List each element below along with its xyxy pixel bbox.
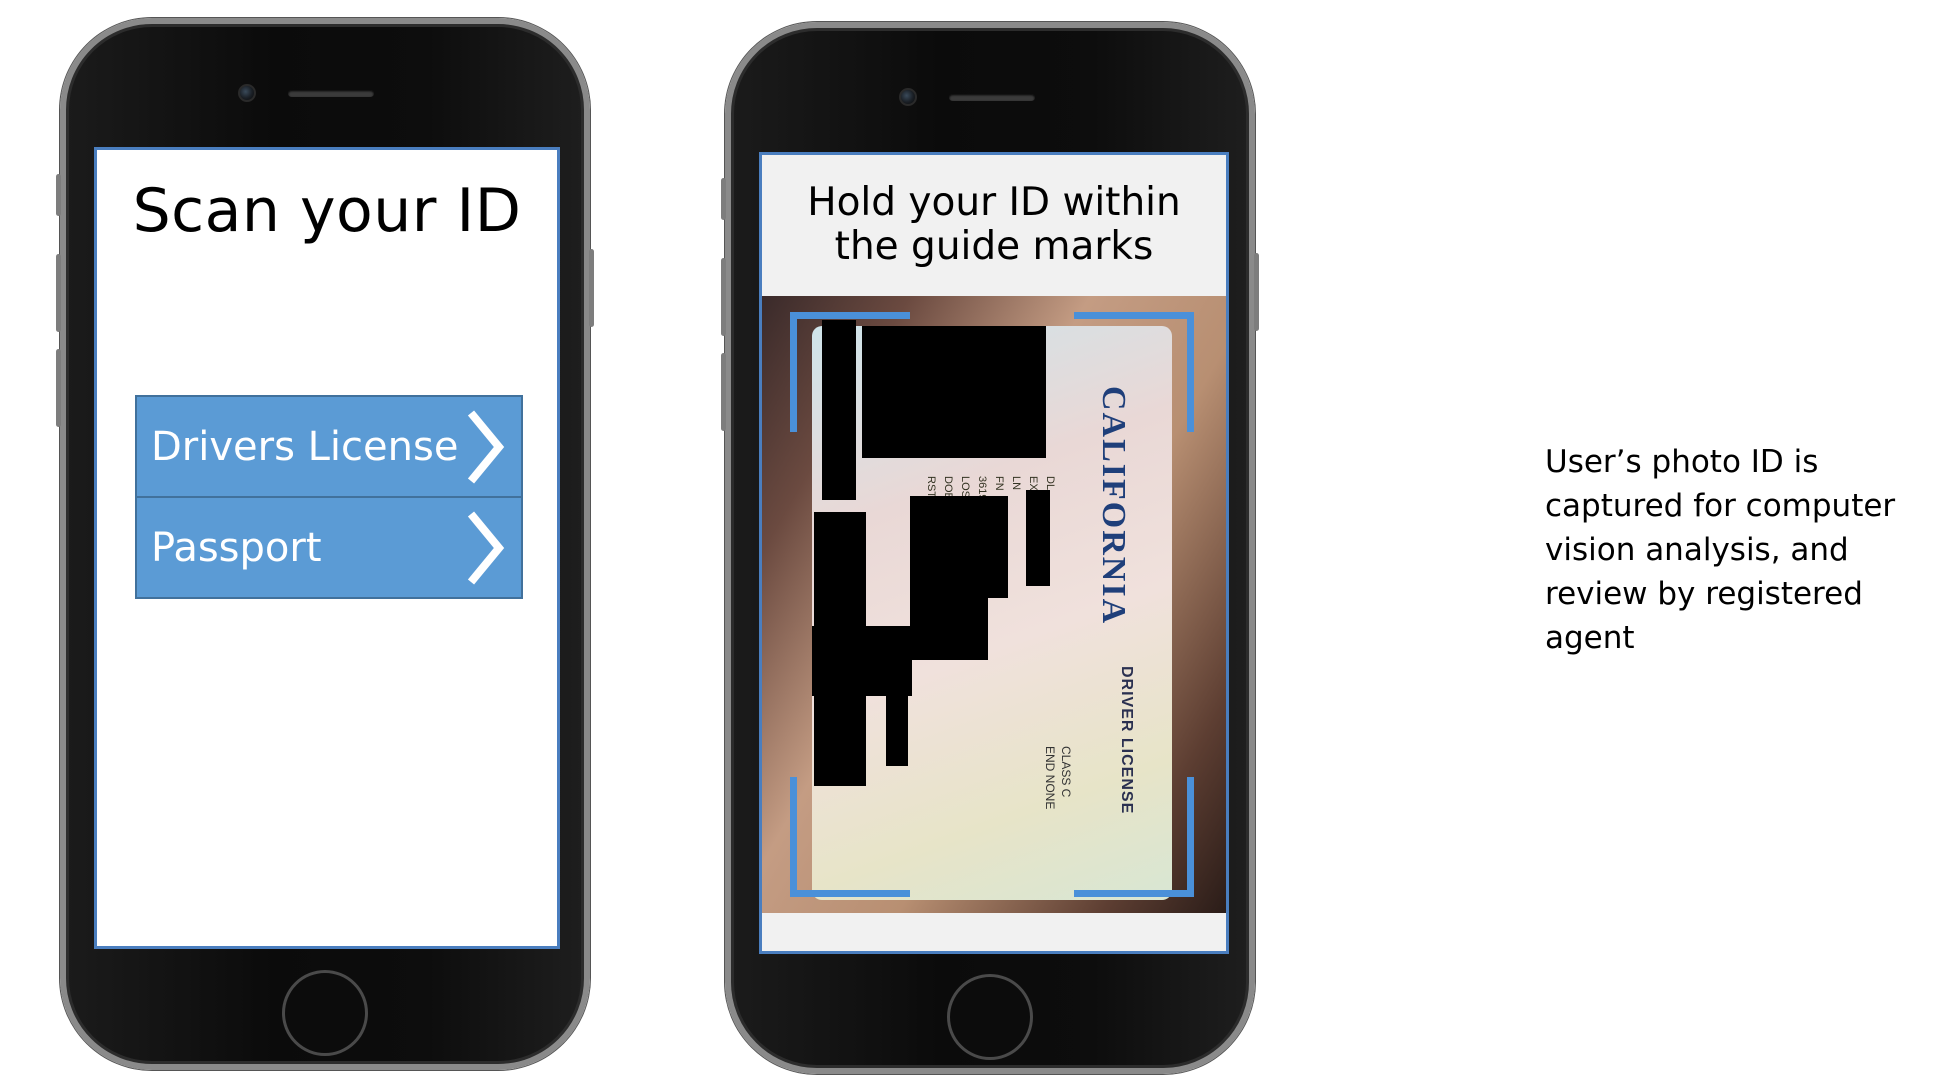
instruction-line-2: the guide marks <box>834 224 1154 269</box>
guide-mark-bottom-right <box>1074 777 1194 897</box>
home-button-icon <box>947 974 1033 1060</box>
id-field-label: LN <box>1010 476 1022 491</box>
phone-screen: Scan your ID Drivers License Passport <box>94 147 560 949</box>
home-button-icon <box>282 970 368 1056</box>
volume-down-button <box>56 349 61 427</box>
volume-down-button <box>721 353 726 431</box>
side-button <box>721 178 726 220</box>
drivers-license-label: Drivers License <box>151 423 459 470</box>
phone-screen: Hold your ID within the guide marks CALI… <box>759 152 1229 954</box>
drivers-license-button[interactable]: Drivers License <box>135 395 523 498</box>
id-endorsement-line: END NONE <box>1043 746 1057 810</box>
redaction-block <box>910 496 988 660</box>
page-title: Scan your ID <box>132 176 522 246</box>
phone-mockup-select-id: Scan your ID Drivers License Passport <box>56 18 594 1070</box>
redaction-block <box>1026 490 1050 586</box>
guide-mark-top-left <box>790 312 910 432</box>
redaction-block <box>988 496 1008 598</box>
volume-up-button <box>56 254 61 332</box>
power-button <box>589 249 594 327</box>
volume-up-button <box>721 258 726 336</box>
instruction-line-1: Hold your ID within <box>807 180 1181 225</box>
instruction-title: Hold your ID within the guide marks <box>762 181 1226 269</box>
guide-mark-top-right <box>1074 312 1194 432</box>
speaker-icon <box>949 94 1035 101</box>
phone-mockup-camera: Hold your ID within the guide marks CALI… <box>721 22 1259 1074</box>
side-button <box>56 174 61 216</box>
redaction-block <box>886 686 908 766</box>
camera-viewfinder[interactable]: CALIFORNIA DRIVER LICENSE DL EXP LN FN 3… <box>762 296 1226 913</box>
id-class-info: CLASS C END NONE <box>1042 746 1074 809</box>
chevron-right-icon <box>467 510 505 585</box>
front-camera-icon <box>899 88 917 106</box>
passport-button[interactable]: Passport <box>135 496 523 599</box>
power-button <box>1254 253 1259 331</box>
description-caption: User’s photo ID is captured for computer… <box>1545 444 1896 656</box>
passport-label: Passport <box>151 524 322 571</box>
chevron-right-icon <box>467 409 505 484</box>
front-camera-icon <box>238 84 256 102</box>
id-class-line: CLASS C <box>1059 746 1073 798</box>
guide-mark-bottom-left <box>790 777 910 897</box>
speaker-icon <box>288 90 374 97</box>
